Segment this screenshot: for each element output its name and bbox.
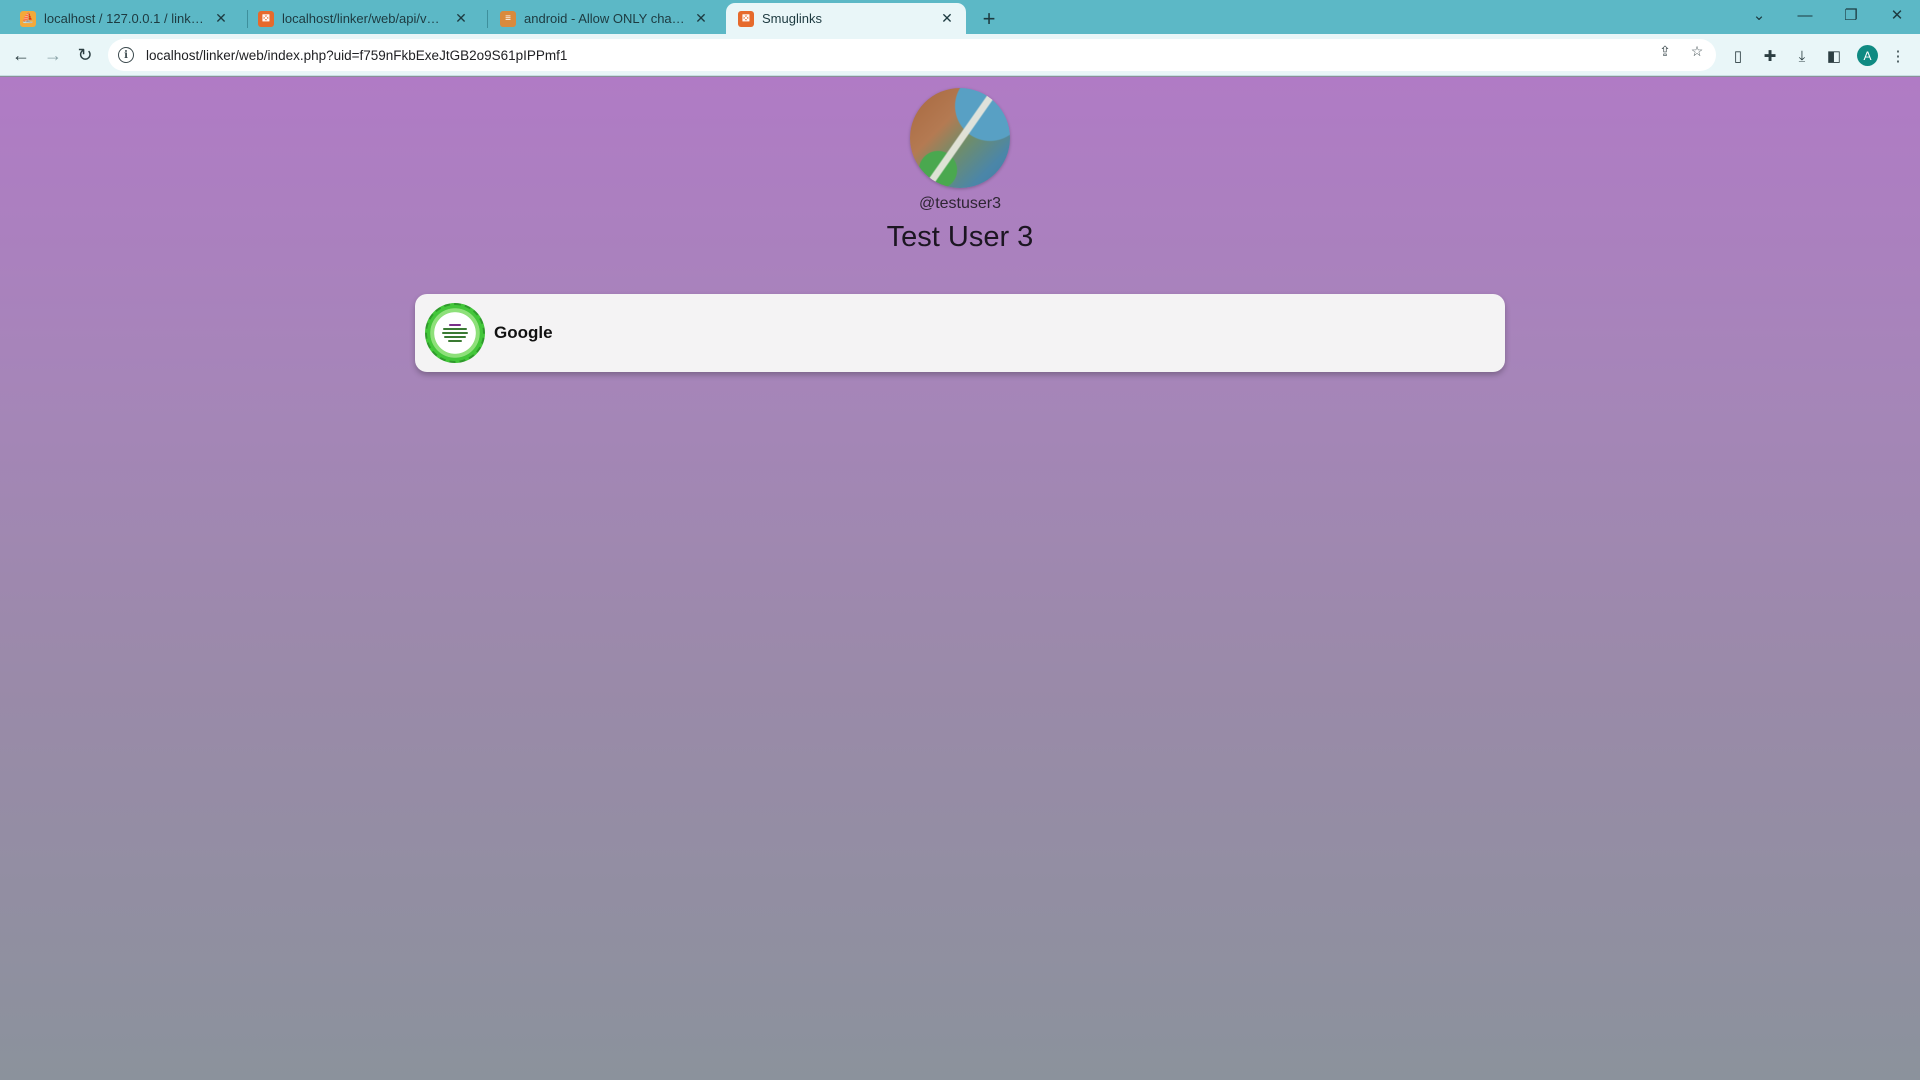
forward-button[interactable]: → [39,41,67,69]
page-background: @testuser3 Test User 3 Google [0,77,1920,1080]
side-panel-icon[interactable]: ◧ [1824,46,1844,66]
new-tab-button[interactable]: + [975,5,1003,33]
xampp-icon: ⊠ [738,10,754,27]
close-icon[interactable]: ✕ [692,10,710,28]
close-icon[interactable]: ✕ [452,10,470,28]
tab-title: android - Allow ONLY characters [524,11,686,26]
back-button[interactable]: ← [7,41,35,69]
url-text: localhost/linker/web/index.php?uid=f759n… [146,47,568,63]
close-icon[interactable]: ✕ [212,10,230,28]
phpmyadmin-icon: ⛵ [20,10,36,27]
extensions-icon[interactable]: ✚ [1760,46,1780,66]
profile-avatar[interactable]: A [1857,45,1878,66]
stackoverflow-icon: ≡ [500,10,516,27]
close-icon[interactable]: ✕ [938,10,956,28]
menu-kebab-icon[interactable]: ⋮ [1888,46,1908,66]
link-card-google[interactable]: Google [415,294,1505,372]
tab-smuglinks[interactable]: ⊠ Smuglinks ✕ [726,3,966,34]
address-bar[interactable]: i localhost/linker/web/index.php?uid=f75… [108,39,1716,71]
downloads-icon[interactable]: ⤓ [1792,46,1812,66]
user-handle: @testuser3 [918,195,1002,212]
tab-search-icon[interactable]: ⌄ [1736,0,1782,30]
xampp-icon: ⊠ [258,10,274,27]
site-info-icon[interactable]: i [118,47,134,63]
tab-stackoverflow[interactable]: ≡ android - Allow ONLY characters ✕ [480,3,720,34]
browser-toolbar: ← → ↻ i localhost/linker/web/index.php?u… [0,34,1920,76]
reading-mode-icon[interactable]: ▯ [1728,46,1748,66]
bookmark-star-icon[interactable]: ☆ [1688,42,1706,60]
restore-icon[interactable]: ❐ [1828,0,1874,30]
seal-icon [425,303,485,363]
tab-title: localhost / 127.0.0.1 / linker / us [44,11,206,26]
window-close-icon[interactable]: ✕ [1874,0,1920,30]
tab-strip: ⛵ localhost / 127.0.0.1 / linker / us ✕ … [0,0,1920,34]
display-name: Test User 3 [886,221,1034,253]
link-label: Google [494,323,553,342]
minimize-icon[interactable]: — [1782,0,1828,30]
reload-button[interactable]: ↻ [71,41,99,69]
tab-api-test[interactable]: ⊠ localhost/linker/web/api/v1/test ✕ [240,3,480,34]
tab-title: localhost/linker/web/api/v1/test [282,11,446,26]
tab-title: Smuglinks [762,11,822,26]
profile-picture [910,88,1010,188]
share-icon[interactable]: ⇪ [1656,42,1674,60]
tab-phpmyadmin[interactable]: ⛵ localhost / 127.0.0.1 / linker / us ✕ [0,3,240,34]
